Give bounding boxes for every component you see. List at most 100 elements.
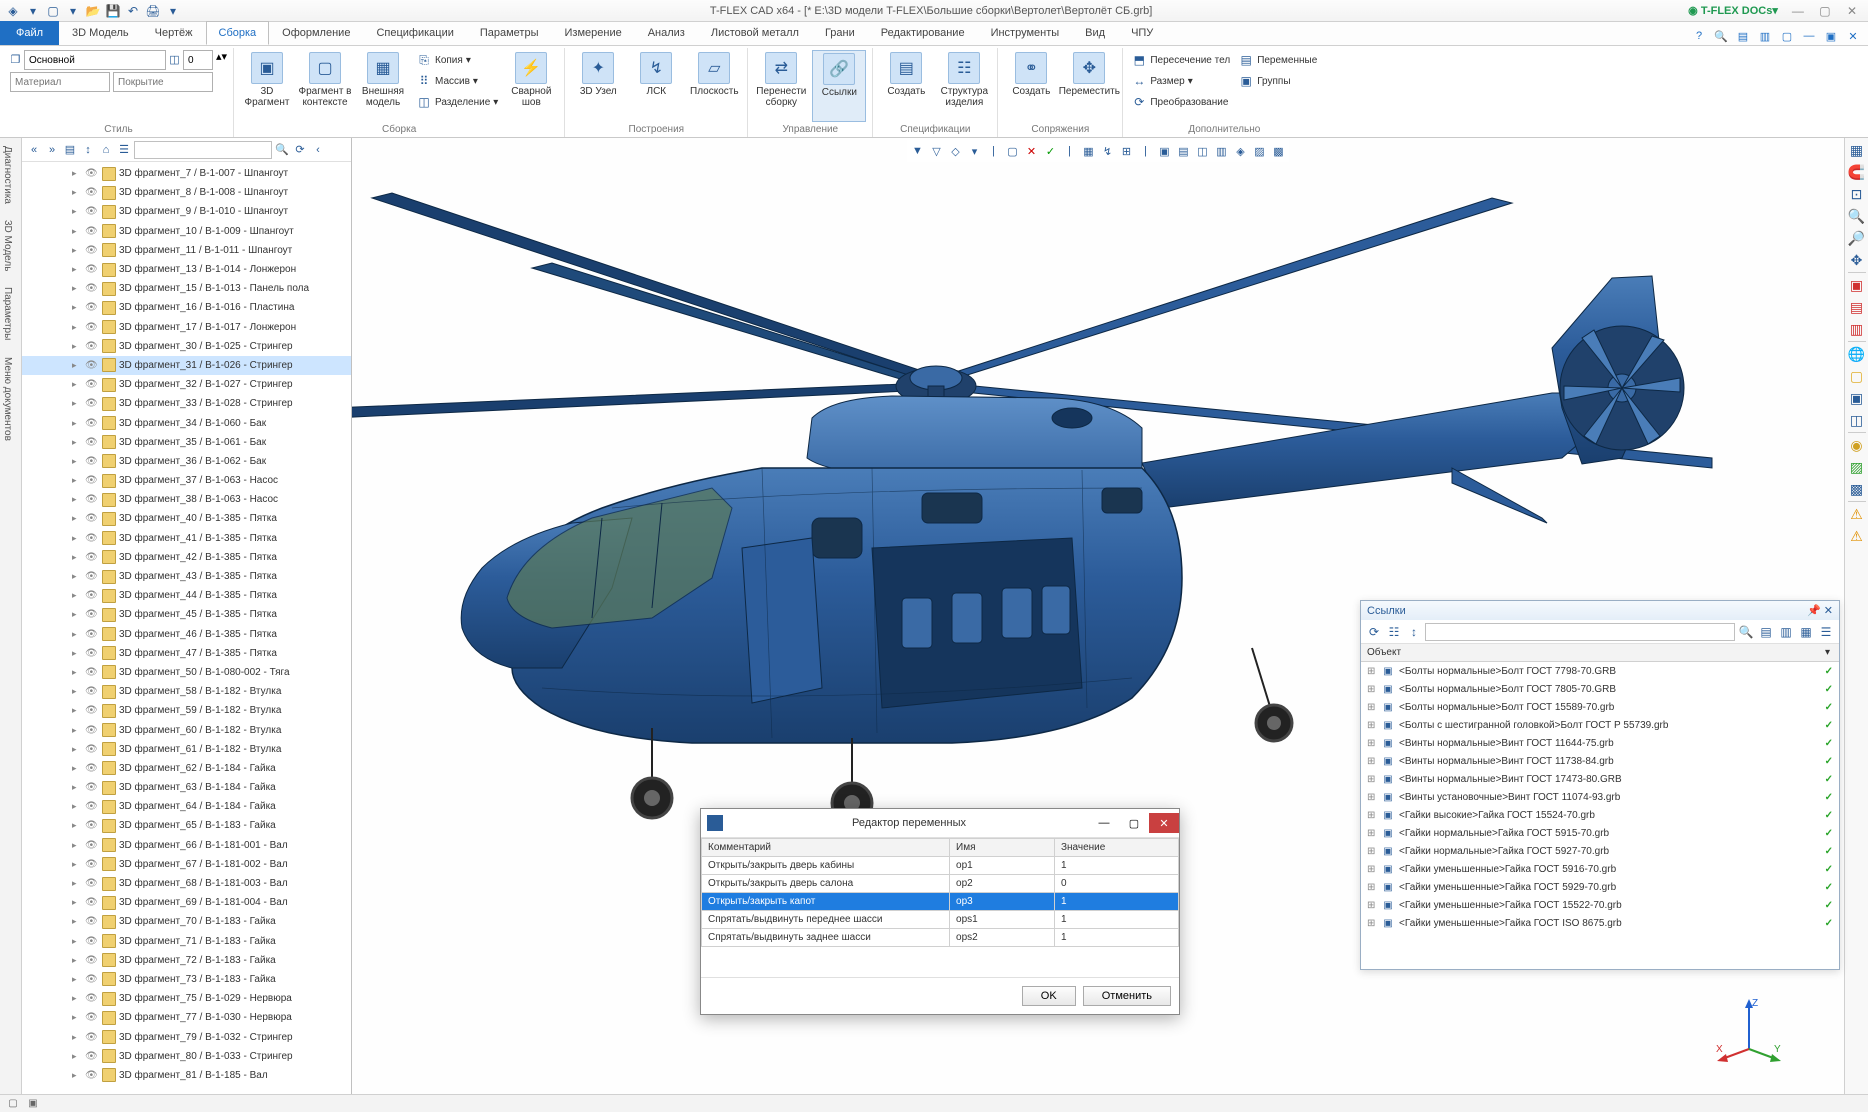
- lp-t2-icon[interactable]: ▥: [1777, 623, 1795, 641]
- app-icon[interactable]: ◈: [4, 2, 22, 20]
- tree-item[interactable]: ▸👁3D фрагмент_37 / B-1-063 - Насос: [22, 471, 351, 490]
- rt-cube2-icon[interactable]: ▣: [1847, 388, 1867, 408]
- dialog-close-icon[interactable]: ✕: [1149, 813, 1179, 833]
- tflex-docs-link[interactable]: ◉ T-FLEX DOCs▾: [1680, 4, 1786, 17]
- rt-zoom-in-icon[interactable]: 🔍: [1847, 206, 1867, 226]
- ribbon-tab[interactable]: Сборка: [206, 21, 270, 45]
- rt-magnet-icon[interactable]: 🧲: [1847, 162, 1867, 182]
- tree-item[interactable]: ▸👁3D фрагмент_79 / B-1-032 - Стрингер: [22, 1027, 351, 1046]
- ribbon-opt2-icon[interactable]: ▥: [1756, 27, 1774, 45]
- save-icon[interactable]: 💾: [104, 2, 122, 20]
- variable-row[interactable]: Спрятать/выдвинуть переднее шассиops11: [702, 911, 1179, 929]
- num-input[interactable]: [183, 50, 213, 70]
- tree-item[interactable]: ▸👁3D фрагмент_63 / B-1-184 - Гайка: [22, 778, 351, 797]
- qat-dropdown-icon[interactable]: ▾: [24, 2, 42, 20]
- lp-tree-icon[interactable]: ☷: [1385, 623, 1403, 641]
- move-assembly-button[interactable]: ⇄Перенести сборку: [754, 50, 808, 122]
- rt-pan-icon[interactable]: ✥: [1847, 250, 1867, 270]
- link-item[interactable]: ⊞▣<Винты нормальные>Винт ГОСТ 11644-75.g…: [1361, 734, 1839, 752]
- tree-item[interactable]: ▸👁3D фрагмент_33 / B-1-028 - Стрингер: [22, 394, 351, 413]
- ok-button[interactable]: OK: [1022, 986, 1076, 1006]
- undo-icon[interactable]: ↶: [124, 2, 142, 20]
- ribbon-tab[interactable]: Инструменты: [978, 21, 1073, 45]
- rt-cube3-icon[interactable]: ◫: [1847, 410, 1867, 430]
- tree-item[interactable]: ▸👁3D фрагмент_61 / B-1-182 - Втулка: [22, 740, 351, 759]
- tree-expand-icon[interactable]: »: [44, 142, 60, 158]
- vp-tool-4[interactable]: ▾: [966, 142, 984, 160]
- vp-tool-17[interactable]: ▩: [1270, 142, 1288, 160]
- tree-item[interactable]: ▸👁3D фрагмент_47 / B-1-385 - Пятка: [22, 644, 351, 663]
- split-button[interactable]: ◫Разделение ▾: [414, 92, 500, 112]
- collapse-ribbon-icon[interactable]: ▢: [1778, 27, 1796, 45]
- tree-item[interactable]: ▸👁3D фрагмент_41 / B-1-385 - Пятка: [22, 529, 351, 548]
- tree-item[interactable]: ▸👁3D фрагмент_73 / B-1-183 - Гайка: [22, 970, 351, 989]
- move-mate-button[interactable]: ✥Переместить: [1062, 50, 1116, 122]
- tree-item[interactable]: ▸👁3D фрагмент_40 / B-1-385 - Пятка: [22, 509, 351, 528]
- rt-red2-icon[interactable]: ▤: [1847, 297, 1867, 317]
- variable-row[interactable]: Спрятать/выдвинуть заднее шассиops21: [702, 929, 1179, 947]
- link-item[interactable]: ⊞▣<Болты нормальные>Болт ГОСТ 7798-70.GR…: [1361, 662, 1839, 680]
- dialog-minimize-icon[interactable]: —: [1089, 813, 1119, 833]
- vp-tool-16[interactable]: ▨: [1251, 142, 1269, 160]
- rt-grid-icon[interactable]: ▦: [1847, 140, 1867, 160]
- tree-item[interactable]: ▸👁3D фрагмент_44 / B-1-385 - Пятка: [22, 586, 351, 605]
- tree-filter-icon[interactable]: ▤: [62, 142, 78, 158]
- rt-warn2-icon[interactable]: ⚠: [1847, 526, 1867, 546]
- link-item[interactable]: ⊞▣<Винты нормальные>Винт ГОСТ 11738-84.g…: [1361, 752, 1839, 770]
- vp-tool-8[interactable]: ▦: [1080, 142, 1098, 160]
- tree-item[interactable]: ▸👁3D фрагмент_58 / B-1-182 - Втулка: [22, 682, 351, 701]
- lp-refresh-icon[interactable]: ⟳: [1365, 623, 1383, 641]
- tree-item[interactable]: ▸👁3D фрагмент_31 / B-1-026 - Стрингер: [22, 356, 351, 375]
- vp-tool-9[interactable]: ↯: [1099, 142, 1117, 160]
- ribbon-tab[interactable]: Вид: [1072, 21, 1118, 45]
- tree-collapse-icon[interactable]: «: [26, 142, 42, 158]
- dimension-button[interactable]: ↔Размер ▾: [1129, 71, 1232, 91]
- copy-button[interactable]: ⎘Копия ▾: [414, 50, 500, 70]
- link-item[interactable]: ⊞▣<Болты нормальные>Болт ГОСТ 7805-70.GR…: [1361, 680, 1839, 698]
- tree-item[interactable]: ▸👁3D фрагмент_68 / B-1-181-003 - Вал: [22, 874, 351, 893]
- ribbon-tab[interactable]: Листовой металл: [698, 21, 812, 45]
- tree-item[interactable]: ▸👁3D фрагмент_71 / B-1-183 - Гайка: [22, 932, 351, 951]
- vp-tool-1[interactable]: ▼: [909, 142, 927, 160]
- groups-button[interactable]: ▣Группы: [1236, 71, 1319, 91]
- search-icon[interactable]: 🔍: [1712, 27, 1730, 45]
- tree-search-input[interactable]: [134, 141, 272, 159]
- lp-search-icon[interactable]: 🔍: [1737, 623, 1755, 641]
- rt-shade1-icon[interactable]: ◉: [1847, 435, 1867, 455]
- rt-red3-icon[interactable]: ▥: [1847, 319, 1867, 339]
- create-mate-button[interactable]: ⚭Создать: [1004, 50, 1058, 122]
- material-input[interactable]: [10, 72, 110, 92]
- lp-header-object[interactable]: Объект: [1361, 644, 1819, 661]
- lp-t4-icon[interactable]: ☰: [1817, 623, 1835, 641]
- tree-item[interactable]: ▸👁3D фрагмент_59 / B-1-182 - Втулка: [22, 701, 351, 720]
- variables-table[interactable]: Комментарий Имя Значение Открыть/закрыть…: [701, 838, 1179, 947]
- cancel-button[interactable]: Отменить: [1083, 986, 1171, 1006]
- link-item[interactable]: ⊞▣<Гайки уменьшенные>Гайка ГОСТ ISO 8675…: [1361, 914, 1839, 932]
- open-icon[interactable]: 📂: [84, 2, 102, 20]
- vp-tool-10[interactable]: ⊞: [1118, 142, 1136, 160]
- tree-item[interactable]: ▸👁3D фрагмент_16 / B-1-016 - Пластина: [22, 298, 351, 317]
- vp-tool-14[interactable]: ▥: [1213, 142, 1231, 160]
- tree-item[interactable]: ▸👁3D фрагмент_7 / B-1-007 - Шпангоут: [22, 164, 351, 183]
- tree-item[interactable]: ▸👁3D фрагмент_15 / B-1-013 - Панель пола: [22, 279, 351, 298]
- tree-list-icon[interactable]: ☰: [116, 142, 132, 158]
- ribbon-tab[interactable]: ЧПУ: [1118, 21, 1166, 45]
- stepper-icon[interactable]: ▴▾: [216, 50, 227, 70]
- link-item[interactable]: ⊞▣<Гайки уменьшенные>Гайка ГОСТ 15522-70…: [1361, 896, 1839, 914]
- rt-zoom-out-icon[interactable]: 🔎: [1847, 228, 1867, 248]
- tree-item[interactable]: ▸👁3D фрагмент_13 / B-1-014 - Лонжерон: [22, 260, 351, 279]
- tree-item[interactable]: ▸👁3D фрагмент_81 / B-1-185 - Вал: [22, 1066, 351, 1085]
- tree-item[interactable]: ▸👁3D фрагмент_62 / B-1-184 - Гайка: [22, 759, 351, 778]
- sb-icon-1[interactable]: ▢: [6, 1097, 20, 1111]
- intersection-button[interactable]: ⬒Пересечение тел: [1129, 50, 1232, 70]
- 3d-node-button[interactable]: ✦3D Узел: [571, 50, 625, 122]
- new-icon[interactable]: ▢: [44, 2, 62, 20]
- tree-item[interactable]: ▸👁3D фрагмент_38 / B-1-063 - Насос: [22, 490, 351, 509]
- tree-item[interactable]: ▸👁3D фрагмент_69 / B-1-181-004 - Вал: [22, 893, 351, 912]
- lcs-button[interactable]: ↯ЛСК: [629, 50, 683, 122]
- vp-tool-12[interactable]: ▤: [1175, 142, 1193, 160]
- tree-refresh-icon[interactable]: ⟳: [292, 142, 308, 158]
- help-icon[interactable]: ?: [1690, 27, 1708, 45]
- mdi-close-icon[interactable]: ✕: [1844, 27, 1862, 45]
- variable-row[interactable]: Открыть/закрыть дверь кабиныop11: [702, 857, 1179, 875]
